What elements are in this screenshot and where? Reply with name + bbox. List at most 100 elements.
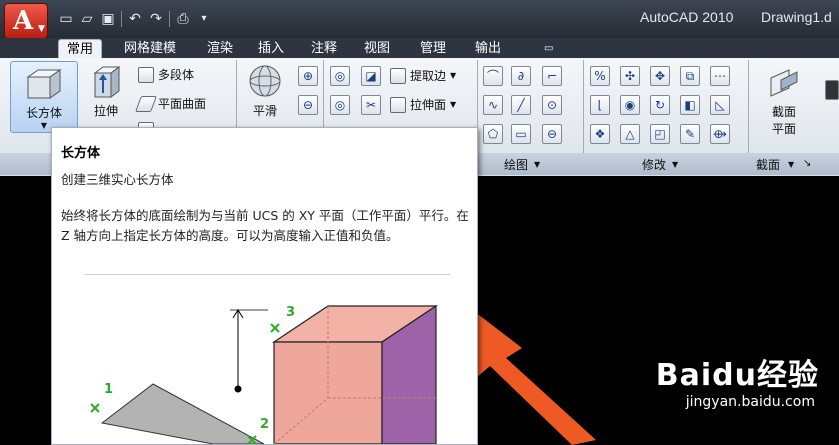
minimize-ribbon-icon[interactable]: ▭	[536, 39, 561, 58]
stretch-icon[interactable]: ⟴	[710, 124, 730, 144]
copy-icon[interactable]: ⧉	[680, 66, 700, 86]
tooltip-subtitle: 创建三维实心长方体	[61, 172, 174, 187]
offset-icon[interactable]: ⋯	[710, 66, 730, 86]
chevron-down-icon: ▼	[672, 160, 679, 169]
tooltip-divider	[84, 274, 450, 275]
autocad-logo-icon: A	[13, 6, 34, 36]
slice-icon[interactable]: ✂	[361, 95, 381, 115]
point-label-3: 3	[286, 305, 295, 320]
mesh-crease-icon[interactable]: ⊖	[298, 95, 318, 115]
scale-icon[interactable]: ◰	[650, 124, 670, 144]
modify-panel-label[interactable]: 修改	[642, 156, 666, 173]
move-icon[interactable]: ✥	[650, 66, 670, 86]
smooth-sphere-icon	[249, 65, 281, 97]
tooltip-title: 长方体	[61, 146, 101, 161]
ellipse-icon[interactable]: ⊖	[542, 124, 562, 144]
3d-array-icon[interactable]: ❖	[590, 124, 610, 144]
3d-align-icon[interactable]: △	[620, 124, 640, 144]
tab-output[interactable]: 输出	[467, 39, 509, 58]
3d-rotate-icon[interactable]: ◉	[620, 95, 640, 115]
extract-edges-button[interactable]: 提取边 ▼	[390, 67, 456, 84]
plot-icon[interactable]: ⎙	[175, 11, 191, 27]
box-illustration: 1 2 3	[90, 304, 438, 444]
rectangle-icon[interactable]: ▭	[511, 124, 531, 144]
save-icon[interactable]: ▣	[100, 11, 116, 27]
tab-annotate[interactable]: 注释	[303, 39, 345, 58]
chevron-down-icon: ▼	[788, 160, 795, 169]
intersect-icon[interactable]: ◎	[330, 95, 350, 115]
smooth-object-button[interactable]: 平滑	[242, 63, 288, 119]
union-icon[interactable]: ◎	[330, 66, 350, 86]
box-button[interactable]: 长方体 ▼	[10, 61, 78, 133]
section-plane-label-line2: 平面	[771, 122, 796, 136]
chevron-down-icon: ▼	[450, 71, 457, 80]
box-icon	[26, 69, 62, 99]
extrude-icon	[93, 66, 121, 98]
circle-icon[interactable]: ⊙	[542, 95, 562, 115]
section-plane-icon	[770, 69, 798, 97]
trim-icon[interactable]: %	[590, 66, 610, 86]
document-title: Drawing1.d	[761, 9, 832, 25]
mesh-refine-icon[interactable]: ⊕	[298, 66, 318, 86]
point-label-2: 2	[260, 417, 269, 432]
extract-edges-icon	[390, 67, 406, 84]
redo-icon[interactable]: ↷	[148, 11, 164, 27]
polysolid-button[interactable]: 多段体	[138, 66, 194, 83]
point-label-1: 1	[104, 382, 113, 397]
smooth-label: 平滑	[252, 104, 277, 118]
chamfer-icon[interactable]: ◺	[710, 95, 730, 115]
planar-surface-button[interactable]: 平面曲面	[135, 95, 206, 112]
polysolid-icon	[138, 66, 154, 83]
tab-home[interactable]: 常用	[58, 39, 103, 59]
polyline-icon[interactable]: ⌒	[483, 66, 503, 86]
annotation-arrow	[462, 302, 596, 445]
rotate-icon[interactable]: ↻	[650, 95, 670, 115]
extrude-face-label: 拉伸面	[410, 98, 447, 112]
baidu-watermark: Baidu经验 jingyan.baidu.com	[656, 350, 819, 410]
box-label: 长方体	[25, 106, 62, 120]
ribbon-tab-bar: 常用 网格建模 渲染 插入 注释 视图 管理 输出 ▭	[0, 38, 839, 59]
watermark-url: jingyan.baidu.com	[685, 394, 815, 410]
open-icon[interactable]: ▱	[79, 11, 95, 27]
draw-panel-label[interactable]: 绘图	[504, 156, 528, 173]
planar-surface-icon	[135, 95, 157, 112]
fillet-icon[interactable]: ⌊	[590, 95, 610, 115]
panel-dialog-launcher-icon[interactable]: ↘	[803, 158, 811, 169]
undo-icon[interactable]: ↶	[127, 11, 143, 27]
polysolid-label: 多段体	[158, 68, 195, 82]
section-plane-button[interactable]: 截面 平面	[756, 66, 812, 137]
customize-dropdown-icon[interactable]: ▾	[196, 11, 212, 27]
new-icon[interactable]: ▭	[58, 11, 74, 27]
toolbar-divider	[169, 11, 170, 27]
presspull-icon[interactable]: ◪	[361, 66, 381, 86]
line-icon[interactable]: ╱	[511, 95, 531, 115]
application-menu-button[interactable]: A ▼	[4, 3, 48, 39]
chevron-down-icon: ▼	[38, 24, 45, 34]
tab-insert[interactable]: 插入	[250, 39, 292, 58]
extract-edges-label: 提取边	[410, 69, 447, 83]
tooltip-description: 始终将长方体的底面绘制为与当前 UCS 的 XY 平面（工作平面）平行。在 Z …	[61, 208, 469, 243]
product-title: AutoCAD 2010	[640, 9, 734, 25]
extrude-label: 拉伸	[93, 104, 118, 118]
watermark-brand: Baidu经验	[655, 358, 819, 393]
3d-move-gizmo-icon[interactable]: ✣	[620, 66, 640, 86]
mirror-icon[interactable]: ◧	[680, 95, 700, 115]
visual-style-icon[interactable]	[825, 80, 839, 100]
extrude-face-button[interactable]: 拉伸面 ▼	[390, 96, 456, 113]
section-plane-label-line1: 截面	[771, 105, 796, 119]
extrude-button[interactable]: 拉伸	[82, 63, 130, 119]
arc-icon[interactable]: ⌐	[542, 66, 562, 86]
tab-manage[interactable]: 管理	[412, 39, 454, 58]
quick-access-toolbar: ▭ ▱ ▣ ↶ ↷ ⎙ ▾	[58, 9, 212, 29]
polygon-icon[interactable]: ⬠	[483, 124, 503, 144]
spline-icon[interactable]: ∿	[483, 95, 503, 115]
section-panel-label[interactable]: 截面	[756, 156, 780, 173]
tab-view[interactable]: 视图	[356, 39, 398, 58]
tab-mesh-modeling[interactable]: 网格建模	[116, 39, 184, 58]
box-tooltip: 长方体 创建三维实心长方体 始终将长方体的底面绘制为与当前 UCS 的 XY 平…	[51, 127, 478, 445]
tab-render[interactable]: 渲染	[199, 39, 241, 58]
helix-icon[interactable]: ∂	[511, 66, 531, 86]
toolbar-divider	[121, 11, 122, 27]
chevron-down-icon: ▼	[534, 160, 541, 169]
erase-icon[interactable]: ✎	[680, 124, 700, 144]
